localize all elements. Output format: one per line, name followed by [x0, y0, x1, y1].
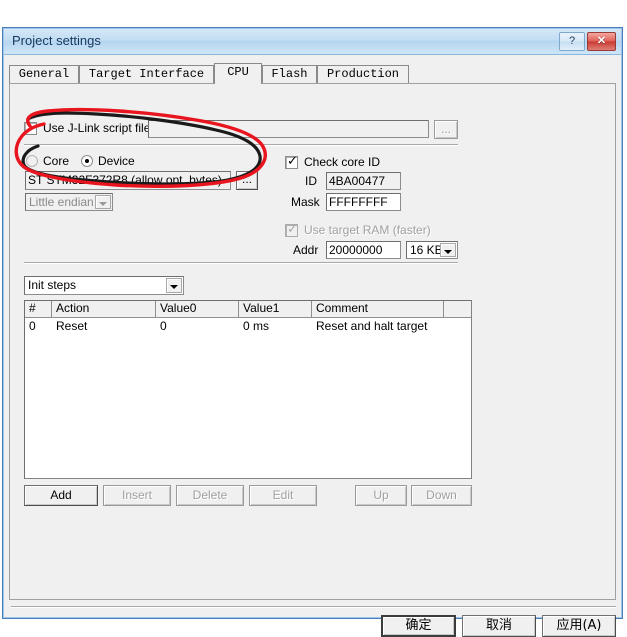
tab-strip: General Target Interface CPU Flash Produ… — [9, 63, 616, 84]
core-id-label: ID — [305, 174, 317, 188]
column-header-action[interactable]: Action — [52, 301, 156, 317]
move-down-button[interactable]: Down — [411, 485, 472, 506]
core-id-mask-input[interactable]: FFFFFFFF — [326, 193, 401, 211]
project-settings-dialog: Project settings ? ✕ General Target Inte… — [2, 27, 623, 637]
column-header-value0[interactable]: Value0 — [156, 301, 239, 317]
check-icon: ✓ — [287, 222, 298, 237]
init-steps-selector-value: Init steps — [28, 278, 77, 292]
core-id-mask-label: Mask — [291, 195, 320, 209]
cell-number: 0 — [29, 319, 36, 333]
device-radio-label: Device — [98, 154, 135, 168]
check-icon: ✓ — [287, 154, 298, 169]
tab-cpu[interactable]: CPU — [214, 63, 262, 84]
tab-target-interface[interactable]: Target Interface — [79, 65, 214, 83]
ok-button[interactable]: 确定 — [381, 615, 456, 637]
target-ram-addr-input[interactable]: 20000000 — [326, 241, 401, 259]
cancel-button[interactable]: 取消 — [462, 615, 536, 637]
tab-flash[interactable]: Flash — [262, 65, 317, 83]
separator-top — [24, 144, 458, 146]
use-jlink-script-file-label: Use J-Link script file — [43, 121, 151, 135]
delete-button[interactable]: Delete — [176, 485, 244, 506]
title-bar[interactable]: Project settings ? ✕ — [4, 29, 621, 55]
table-row[interactable]: 0 Reset 0 0 ms Reset and halt target — [25, 319, 471, 335]
chevron-down-icon[interactable] — [440, 243, 456, 257]
edit-button[interactable]: Edit — [249, 485, 317, 506]
table-header-row: # Action Value0 Value1 Comment — [25, 301, 471, 318]
core-id-input[interactable]: 4BA00477 — [326, 172, 401, 190]
apply-button[interactable]: 应用(A) — [542, 615, 616, 637]
separator-bottom — [11, 606, 616, 608]
cell-comment: Reset and halt target — [316, 319, 428, 333]
cell-value1: 0 ms — [243, 319, 270, 333]
use-target-ram-label: Use target RAM (faster) — [304, 223, 431, 237]
target-ram-size-value: 16 KB — [410, 243, 443, 257]
window-title: Project settings — [12, 33, 101, 48]
core-radio-label: Core — [43, 154, 70, 168]
use-jlink-script-file-checkbox[interactable] — [24, 122, 37, 135]
add-button[interactable]: Add — [24, 485, 98, 506]
tab-general[interactable]: General — [9, 65, 79, 83]
cpu-tab-panel: Use J-Link script file ... Core Device S… — [9, 83, 616, 600]
check-core-id-checkbox[interactable]: ✓ — [285, 154, 298, 169]
jlink-script-file-input[interactable] — [148, 120, 429, 138]
help-button[interactable]: ? — [559, 32, 585, 51]
move-up-button[interactable]: Up — [355, 485, 407, 506]
init-steps-selector[interactable]: Init steps — [24, 276, 184, 295]
target-ram-size-select[interactable]: 16 KB — [406, 241, 458, 259]
target-ram-addr-label: Addr — [293, 243, 319, 257]
column-header-value1[interactable]: Value1 — [239, 301, 312, 317]
separator-middle — [24, 262, 458, 264]
cell-action: Reset — [56, 319, 88, 333]
close-button[interactable]: ✕ — [587, 32, 616, 51]
chevron-down-icon[interactable] — [166, 278, 182, 293]
device-name-input[interactable]: ST STM32F372R8 (allow opt. bytes) — [25, 171, 231, 190]
device-browse-button[interactable]: ... — [236, 171, 258, 190]
column-header-number[interactable]: # — [25, 301, 52, 317]
chevron-down-icon[interactable] — [95, 195, 111, 209]
check-core-id-label: Check core ID — [304, 155, 381, 169]
cell-value0: 0 — [160, 319, 167, 333]
device-radio-dot — [85, 159, 89, 163]
use-target-ram-checkbox[interactable]: ✓ — [285, 222, 298, 237]
tab-production[interactable]: Production — [317, 65, 409, 83]
jlink-script-browse-button[interactable]: ... — [434, 120, 458, 139]
endianness-value: Little endian — [29, 195, 94, 209]
core-radio[interactable] — [26, 155, 38, 167]
endianness-select[interactable]: Little endian — [25, 193, 113, 211]
insert-button[interactable]: Insert — [103, 485, 171, 506]
device-radio[interactable] — [81, 155, 93, 167]
column-header-spacer[interactable] — [444, 301, 471, 317]
column-header-comment[interactable]: Comment — [312, 301, 444, 317]
init-steps-table[interactable]: # Action Value0 Value1 Comment 0 Reset 0… — [24, 300, 472, 479]
